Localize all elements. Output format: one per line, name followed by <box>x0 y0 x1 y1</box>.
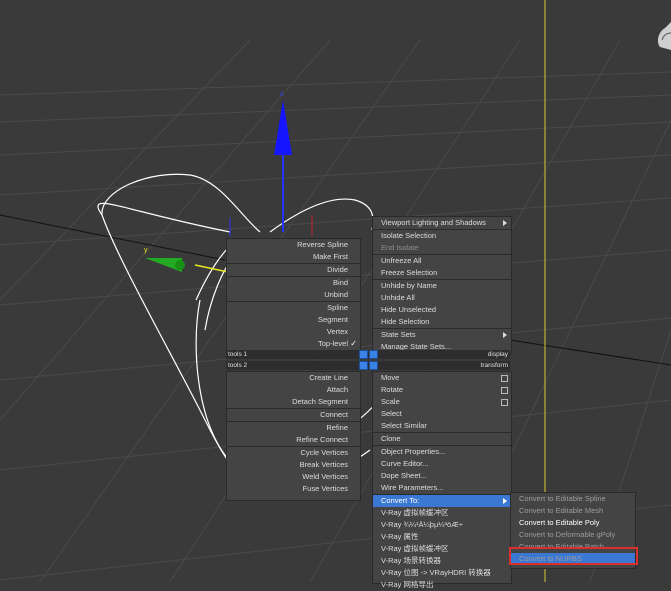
menu-item-rotate[interactable]: Rotate <box>373 384 511 396</box>
menu-item-vray-export[interactable]: V-Ray ¾¼¹Ä¼þµ¼³öÆ÷ <box>373 519 511 531</box>
settings-box-icon[interactable] <box>501 375 508 382</box>
band-label-display: display <box>487 351 508 358</box>
menu-item-clone[interactable]: Clone <box>373 433 511 445</box>
menu-item-select-similar[interactable]: Select Similar <box>373 420 511 432</box>
menu-item-dope-sheet[interactable]: Dope Sheet... <box>373 470 511 482</box>
menu-item-cycle-vertices[interactable]: Cycle Vertices <box>227 447 360 459</box>
band-label-tools2: tools 2 <box>228 362 248 369</box>
menu-item-hide-selection[interactable]: Hide Selection <box>373 316 511 328</box>
band-label-tools1: tools 1 <box>228 351 248 358</box>
menu-item-vray-properties[interactable]: V-Ray 属性 <box>373 531 511 543</box>
menu-item-top-level[interactable]: Top-level ✓ <box>227 338 360 350</box>
checkmark-icon: ✓ <box>350 339 357 348</box>
menu-item-break-vertices[interactable]: Break Vertices <box>227 459 360 471</box>
menu-item-end-isolate: End Isolate <box>381 243 419 252</box>
menu-item-vray-mesh-export[interactable]: V-Ray 网格导出 <box>373 579 511 591</box>
quad-menu-left-bottom: Create Line Attach Detach Segment Connec… <box>226 371 361 501</box>
menu-item-convert-to[interactable]: Convert To: <box>373 495 511 507</box>
quad-menu-left: Reverse Spline Make First Divide Bind Un… <box>226 238 361 351</box>
menu-item-detach-segment[interactable]: Detach Segment <box>227 396 360 408</box>
quad-selector-top-left[interactable] <box>359 350 368 359</box>
menu-item-convert-editable-poly[interactable]: Convert to Editable Poly <box>511 517 635 529</box>
settings-box-icon[interactable] <box>501 387 508 394</box>
menu-item-scale[interactable]: Scale <box>373 396 511 408</box>
menu-item-unhide-all[interactable]: Unhide All <box>373 292 511 304</box>
quad-menu-right-top: Viewport Lighting and Shadows Isolate Se… <box>372 216 512 354</box>
menu-item-connect[interactable]: Connect <box>227 409 360 421</box>
menu-item-convert-editable-spline[interactable]: Convert to Editable Spline <box>511 493 635 505</box>
settings-box-icon[interactable] <box>501 399 508 406</box>
menu-item-move[interactable]: Move <box>373 372 511 384</box>
menu-item-hide-unselected[interactable]: Hide Unselected <box>373 304 511 316</box>
menu-item-curve-editor[interactable]: Curve Editor... <box>373 458 511 470</box>
menu-item-viewport-lighting[interactable]: Viewport Lighting and Shadows <box>373 217 511 229</box>
menu-item-unfreeze-all[interactable]: Unfreeze All <box>373 255 511 267</box>
menu-item-divide[interactable]: Divide <box>227 264 360 276</box>
menu-item-convert-editable-mesh[interactable]: Convert to Editable Mesh <box>511 505 635 517</box>
quad-menu-right-bottom: Move Rotate Scale Select Select Similar … <box>372 371 512 589</box>
menu-item-vray-vfb[interactable]: V-Ray 虚拟帧缓冲区 <box>373 507 511 519</box>
z-axis-label: z <box>280 91 284 98</box>
menu-item-isolate-selection[interactable]: Isolate Selection <box>373 230 511 242</box>
menu-item-bind[interactable]: Bind <box>227 277 360 289</box>
annotation-highlight-box <box>509 547 638 565</box>
quad-selector-top-right[interactable] <box>369 350 378 359</box>
submenu-arrow-icon <box>503 332 507 338</box>
menu-item-wire-parameters[interactable]: Wire Parameters... <box>373 482 511 494</box>
menu-item-select[interactable]: Select <box>373 408 511 420</box>
menu-item-weld-vertices[interactable]: Weld Vertices <box>227 471 360 483</box>
menu-item-convert-deformable-gpoly[interactable]: Convert to Deformable gPoly <box>511 529 635 541</box>
menu-item-spline[interactable]: Spline <box>227 302 360 314</box>
quad-selector-bottom-right[interactable] <box>369 361 378 370</box>
submenu-arrow-icon <box>503 498 507 504</box>
y-axis-label: y <box>144 247 148 254</box>
quad-selector-bottom-left[interactable] <box>359 361 368 370</box>
menu-item-fuse-vertices[interactable]: Fuse Vertices <box>227 483 360 495</box>
menu-item-freeze-selection[interactable]: Freeze Selection <box>373 267 511 279</box>
quad-band-tools1: tools 1 display <box>226 350 510 359</box>
menu-item-vray-scene-converter[interactable]: V-Ray 场景转换器 <box>373 555 511 567</box>
menu-item-state-sets[interactable]: State Sets <box>373 329 511 341</box>
menu-item-unhide-by-name[interactable]: Unhide by Name <box>373 280 511 292</box>
menu-item-unbind[interactable]: Unbind <box>227 289 360 301</box>
menu-item-segment[interactable]: Segment <box>227 314 360 326</box>
menu-item-refine-connect[interactable]: Refine Connect <box>227 434 360 446</box>
menu-item-reverse-spline[interactable]: Reverse Spline <box>227 239 360 251</box>
menu-item-create-line[interactable]: Create Line <box>227 372 360 384</box>
menu-item-object-properties[interactable]: Object Properties... <box>373 446 511 458</box>
submenu-arrow-icon <box>503 220 507 226</box>
band-label-transform: transform <box>480 362 508 369</box>
menu-item-vray-bitmap-converter[interactable]: V-Ray 位图 -> VRayHDRI 转换器 <box>373 567 511 579</box>
menu-item-refine[interactable]: Refine <box>227 422 360 434</box>
menu-item-vray-vfb-2[interactable]: V-Ray 虚拟帧缓冲区 <box>373 543 511 555</box>
menu-item-make-first[interactable]: Make First <box>227 251 360 263</box>
menu-item-vertex[interactable]: Vertex <box>227 326 360 338</box>
quad-band-tools2: tools 2 transform <box>226 361 510 370</box>
menu-item-attach[interactable]: Attach <box>227 384 360 396</box>
